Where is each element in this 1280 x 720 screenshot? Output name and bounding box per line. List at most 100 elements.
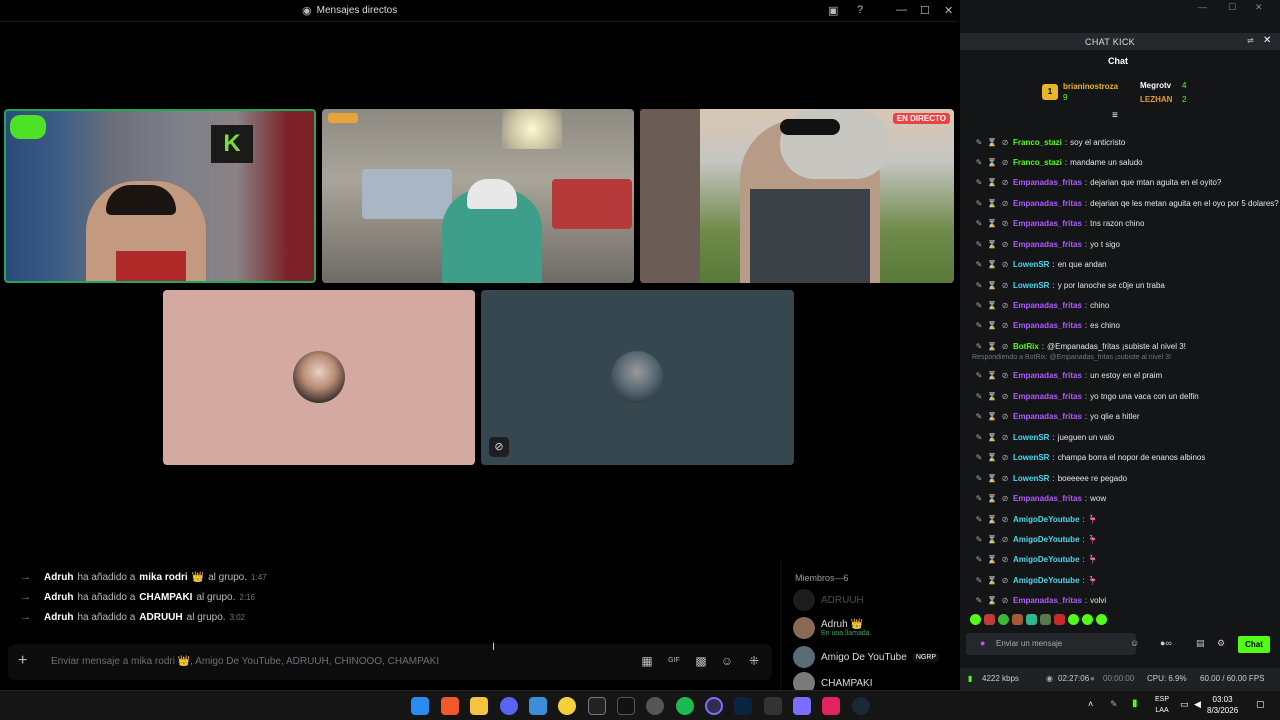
timeout-icon[interactable]: ⌛ — [987, 453, 997, 462]
pin-icon[interactable]: ✎ — [974, 301, 984, 310]
delete-icon[interactable]: ⊘ — [1000, 596, 1010, 605]
users-icon[interactable]: ●∞ — [1160, 638, 1172, 648]
timeout-icon[interactable]: ⌛ — [987, 301, 997, 310]
pin-icon[interactable]: ✎ — [974, 138, 984, 147]
emote-icon[interactable] — [1068, 614, 1079, 625]
clock[interactable]: 03:03 8/3/2026 — [1207, 694, 1238, 716]
chat-username[interactable]: BotRix — [1013, 342, 1039, 351]
chat-message[interactable]: ✎ ⌛ ⊘ Empanadas_fritas: dejarian qe les meta… — [974, 199, 1279, 208]
video-tile-4[interactable] — [163, 290, 475, 465]
gift-icon[interactable]: ▦ — [640, 654, 654, 668]
video-tile-2[interactable] — [322, 109, 634, 283]
delete-icon[interactable]: ⊘ — [1000, 453, 1010, 462]
delete-icon[interactable]: ⊘ — [1000, 219, 1010, 228]
chat-message[interactable]: ✎ ⌛ ⊘ AmigoDeYoutube: 🦩 — [974, 515, 1098, 524]
delete-icon[interactable]: ⊘ — [1000, 342, 1010, 351]
minimize-icon[interactable]: — — [1198, 2, 1207, 12]
chat-username[interactable]: Empanadas_fritas — [1013, 199, 1082, 208]
chat-message[interactable]: ✎ ⌛ ⊘ Empanadas_fritas: un estoy en el praim — [974, 371, 1163, 380]
chat-username[interactable]: Empanadas_fritas — [1013, 219, 1082, 228]
app-icon[interactable] — [558, 697, 576, 715]
member-item[interactable]: Adruh 👑 En una llamada — [793, 617, 870, 639]
delete-icon[interactable]: ⊘ — [1000, 281, 1010, 290]
help-icon[interactable]: ? — [857, 4, 863, 16]
chat-message[interactable]: ✎ ⌛ ⊘ Franco_stazi: soy el anticristo — [974, 138, 1126, 147]
timeout-icon[interactable]: ⌛ — [987, 342, 997, 351]
chat-message[interactable]: ✎ ⌛ ⊘ Empanadas_fritas: volvi — [974, 596, 1107, 605]
delete-icon[interactable]: ⊘ — [1000, 158, 1010, 167]
member-item[interactable]: Amigo De YouTube NGRP — [793, 646, 940, 668]
pin-icon[interactable]: ✎ — [974, 260, 984, 269]
volume-icon[interactable]: ◀ — [1194, 699, 1201, 710]
pin-icon[interactable]: ✎ — [974, 281, 984, 290]
photoshop-icon[interactable] — [734, 697, 752, 715]
pin-icon[interactable]: ✎ — [974, 178, 984, 187]
timeout-icon[interactable]: ⌛ — [987, 474, 997, 483]
chat-username[interactable]: Franco_stazi — [1013, 138, 1062, 147]
chat-username[interactable]: LowenSR — [1013, 260, 1049, 269]
delete-icon[interactable]: ⊘ — [1000, 474, 1010, 483]
pin-icon[interactable]: ✎ — [974, 199, 984, 208]
emote-icon[interactable] — [1054, 614, 1065, 625]
chrome-icon[interactable] — [646, 697, 664, 715]
chat-username[interactable]: AmigoDeYoutube — [1013, 555, 1080, 564]
emote-icon[interactable] — [998, 614, 1009, 625]
pin-icon[interactable]: ✎ — [974, 371, 984, 380]
maximize-icon[interactable]: ☐ — [920, 4, 930, 17]
chat-username[interactable]: Empanadas_fritas — [1013, 494, 1082, 503]
member-item[interactable]: ADRUUH — [793, 589, 864, 611]
pin-icon[interactable]: ✎ — [974, 219, 984, 228]
chat-message[interactable]: ✎ ⌛ ⊘ LowenSR: champa borra el nopor de enan… — [974, 453, 1206, 462]
emote-icon[interactable] — [984, 614, 995, 625]
chat-username[interactable]: Empanadas_fritas — [1013, 240, 1082, 249]
delete-icon[interactable]: ⊘ — [1000, 392, 1010, 401]
gif-icon[interactable]: GIF — [667, 654, 681, 668]
pin-icon[interactable]: ✎ — [974, 474, 984, 483]
tiktok-live-icon[interactable] — [822, 697, 840, 715]
delete-icon[interactable]: ⊘ — [1000, 240, 1010, 249]
delete-icon[interactable]: ⊘ — [1000, 515, 1010, 524]
steam-icon[interactable] — [852, 697, 870, 715]
emoji-icon[interactable]: ☺ — [720, 654, 734, 668]
timeout-icon[interactable]: ⌛ — [987, 219, 997, 228]
apps-icon[interactable]: ⁜ — [747, 654, 761, 668]
chat-username[interactable]: Empanadas_fritas — [1013, 321, 1082, 330]
pin-icon[interactable]: ✎ — [974, 596, 984, 605]
pin-icon[interactable]: ✎ — [974, 392, 984, 401]
pin-icon[interactable]: ✎ — [974, 453, 984, 462]
chat-username[interactable]: Empanadas_fritas — [1013, 412, 1082, 421]
pin-icon[interactable]: ✎ — [974, 433, 984, 442]
spotify-icon[interactable] — [676, 697, 694, 715]
close-icon[interactable]: ✕ — [944, 4, 953, 17]
timeout-icon[interactable]: ⌛ — [987, 535, 997, 544]
timeout-icon[interactable]: ⌛ — [987, 199, 997, 208]
pin-icon[interactable]: ✎ — [974, 535, 984, 544]
send-chat-button[interactable]: Chat — [1238, 636, 1270, 653]
chat-username[interactable]: LowenSR — [1013, 453, 1049, 462]
delete-icon[interactable]: ⊘ — [1000, 494, 1010, 503]
chat-message[interactable]: ✎ ⌛ ⊘ Franco_stazi: mandame un saludo — [974, 158, 1143, 167]
chat-message[interactable]: ✎ ⌛ ⊘ AmigoDeYoutube: 🦩 — [974, 576, 1098, 585]
language-indicator[interactable]: ESP LAA — [1155, 694, 1169, 716]
chat-username[interactable]: Franco_stazi — [1013, 158, 1062, 167]
tray-chevron-icon[interactable]: ˄ — [1088, 699, 1093, 709]
delete-icon[interactable]: ⊘ — [1000, 199, 1010, 208]
minimize-icon[interactable]: — — [896, 4, 907, 16]
plus-icon[interactable]: + — [18, 652, 27, 670]
chat-message[interactable]: ✎ ⌛ ⊘ LowenSR: jueguen un valo — [974, 433, 1115, 442]
timeout-icon[interactable]: ⌛ — [987, 392, 997, 401]
emote-icon[interactable] — [1082, 614, 1093, 625]
timeout-icon[interactable]: ⌛ — [987, 515, 997, 524]
emote-icon[interactable] — [1040, 614, 1051, 625]
chat-message[interactable]: ✎ ⌛ ⊘ Empanadas_fritas: chino — [974, 301, 1110, 310]
emote-icon[interactable] — [970, 614, 981, 625]
chat-username[interactable]: LowenSR — [1013, 474, 1049, 483]
capcut-icon[interactable] — [588, 697, 606, 715]
timeout-icon[interactable]: ⌛ — [987, 240, 997, 249]
timeout-icon[interactable]: ⌛ — [987, 158, 997, 167]
file-explorer-icon[interactable] — [470, 697, 488, 715]
chat-message[interactable]: ✎ ⌛ ⊘ LowenSR: y por lanoche se c0je un trab… — [974, 281, 1165, 290]
video-tile-1[interactable]: K — [4, 109, 316, 283]
delete-icon[interactable]: ⊘ — [1000, 260, 1010, 269]
delete-icon[interactable]: ⊘ — [1000, 178, 1010, 187]
